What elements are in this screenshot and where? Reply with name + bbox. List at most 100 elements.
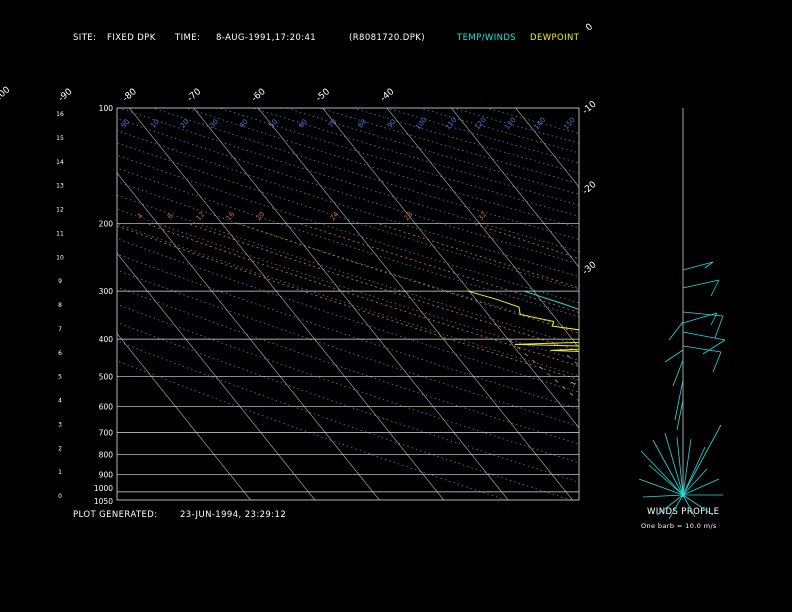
mixing-ratio-line xyxy=(591,339,785,500)
pressure-tick-label: 1050 xyxy=(94,497,113,506)
pressure-tick-label: 900 xyxy=(99,470,114,479)
wind-barb xyxy=(682,261,714,271)
height-tick-label: 8 xyxy=(58,302,62,309)
isotherm-label: -40 xyxy=(379,87,397,104)
wind-barb xyxy=(682,312,718,324)
isotherm-line xyxy=(580,108,792,500)
height-tick-label: 13 xyxy=(56,183,64,190)
wind-barb xyxy=(682,478,720,496)
wind-barb-flag xyxy=(710,279,720,297)
pressure-tick-label: 1000 xyxy=(94,484,113,493)
dry-adiabat-label: 150 xyxy=(562,116,577,131)
isotherm-label: -50 xyxy=(314,87,332,104)
wind-barb xyxy=(648,464,684,496)
dry-adiabat xyxy=(319,108,579,185)
dry-adiabat xyxy=(117,360,507,500)
isotherm-label: -60 xyxy=(250,87,268,104)
height-tick-label: 14 xyxy=(56,159,64,166)
dry-adiabat-label: 140 xyxy=(533,116,548,131)
height-tick-label: 5 xyxy=(58,374,62,381)
isotherm-line xyxy=(386,108,579,349)
isotherm-line xyxy=(709,108,792,500)
pressure-tick-label: 600 xyxy=(99,403,114,412)
isotherm-label: -100 xyxy=(0,85,12,106)
dry-adiabat-label: 90 xyxy=(120,118,132,130)
isotherm-label: -70 xyxy=(186,87,204,104)
wind-barb xyxy=(682,331,726,341)
wind-barb xyxy=(682,311,724,317)
adiabat-lines xyxy=(117,108,792,500)
dry-adiabat xyxy=(117,142,579,290)
dry-adiabat xyxy=(252,108,579,206)
dry-adiabat xyxy=(286,108,579,195)
height-tick-label: 0 xyxy=(58,493,62,500)
temperature-profile xyxy=(523,290,579,311)
wind-barb xyxy=(638,478,684,496)
mixing-ratio-line xyxy=(548,338,579,366)
isotherm-line xyxy=(451,108,579,268)
wind-barb xyxy=(682,345,722,353)
dry-adiabat xyxy=(152,108,579,240)
isotherm-line xyxy=(193,108,509,500)
isotherm-label: -30 xyxy=(581,260,599,277)
dry-adiabat-label: 100 xyxy=(414,116,429,131)
wind-barb-flag xyxy=(712,351,722,373)
wind-barb xyxy=(668,494,684,520)
skew-t-chart: 1002003004005006007008009001000105016151… xyxy=(0,22,792,520)
moist-adiabat-label: 20 xyxy=(255,210,267,222)
wind-barb xyxy=(672,359,684,387)
wind-barb xyxy=(664,349,684,363)
isotherm-line xyxy=(645,108,792,500)
isotherm-label: -80 xyxy=(121,87,139,104)
wind-barb-flag xyxy=(714,315,724,339)
dry-adiabat xyxy=(119,108,579,253)
dewpoint-profile xyxy=(467,290,579,353)
dry-adiabat xyxy=(419,108,579,154)
moist-adiabat xyxy=(146,223,579,367)
isotherm-line xyxy=(117,172,380,500)
dry-adiabat xyxy=(486,108,579,135)
dry-adiabat-label: 120 xyxy=(473,116,488,131)
moist-adiabat-label: 12 xyxy=(195,210,207,222)
moist-adiabat-label: 16 xyxy=(225,210,237,222)
moist-adiabat xyxy=(117,225,579,381)
height-tick-label: 3 xyxy=(58,421,62,428)
moist-adiabat-label: 8 xyxy=(166,212,175,221)
mixing-ratio-line xyxy=(653,339,792,500)
wind-barb xyxy=(674,379,684,421)
isotherm-label: -90 xyxy=(57,87,75,104)
dry-adiabat xyxy=(117,321,579,483)
height-tick-label: 12 xyxy=(56,207,64,214)
wind-barb-flag xyxy=(702,339,726,355)
height-tick-label: 10 xyxy=(56,254,64,261)
height-tick-label: 6 xyxy=(58,350,62,357)
height-tick-label: 11 xyxy=(56,230,64,237)
dry-adiabat-label: 130 xyxy=(503,116,518,131)
mixing-ratio-line xyxy=(733,339,792,500)
dry-adiabat-label: 80 xyxy=(356,118,368,130)
wind-barb xyxy=(682,424,722,496)
dry-adiabat xyxy=(453,108,579,144)
wind-barb xyxy=(682,494,696,518)
wind-barb xyxy=(668,321,684,341)
moist-adiabat-label: 24 xyxy=(329,210,341,222)
isotherm-label: 0 xyxy=(584,22,595,34)
dry-adiabat-label: 40 xyxy=(238,118,250,130)
isotherm-line xyxy=(117,252,316,500)
isotherm-line xyxy=(117,332,251,500)
wind-barb xyxy=(656,494,684,516)
pressure-tick-label: 500 xyxy=(99,372,114,381)
height-tick-label: 7 xyxy=(58,326,62,333)
dry-adiabat-label: 20 xyxy=(179,118,191,130)
isotherm-label: -10 xyxy=(581,99,599,116)
height-tick-label: 1 xyxy=(58,469,62,476)
sounding-series xyxy=(467,290,579,353)
mixing-ratio-line xyxy=(703,339,792,500)
dry-adiabat xyxy=(117,118,579,265)
pressure-tick-label: 800 xyxy=(99,451,114,460)
pressure-tick-label: 700 xyxy=(99,428,114,437)
dry-adiabat-label: 70 xyxy=(327,118,339,130)
dry-adiabat xyxy=(386,108,579,164)
dry-adiabat xyxy=(117,208,579,361)
pressure-tick-label: 300 xyxy=(99,287,114,296)
